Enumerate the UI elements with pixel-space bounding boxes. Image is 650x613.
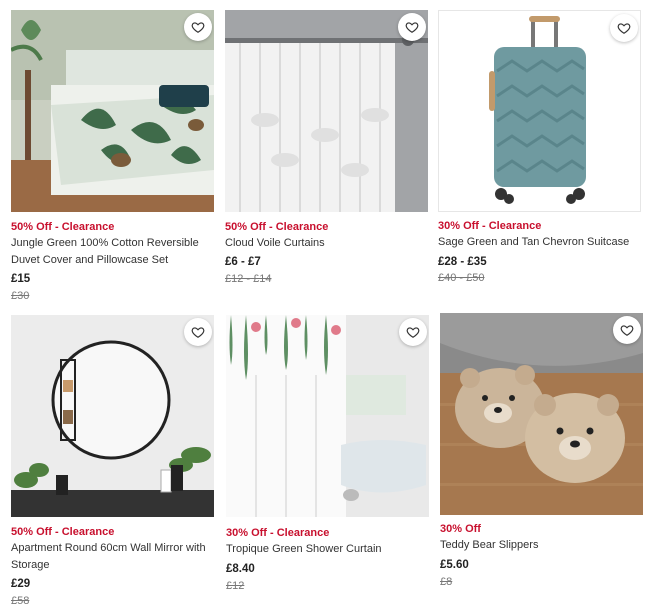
product-title[interactable]: Jungle Green 100% Cotton Reversible Duve… bbox=[11, 235, 214, 269]
product-title[interactable]: Tropique Green Shower Curtain bbox=[226, 541, 429, 558]
product-image[interactable] bbox=[438, 10, 641, 212]
product-title[interactable]: Sage Green and Tan Chevron Suitcase bbox=[438, 234, 641, 251]
product-price: £15 bbox=[11, 273, 31, 285]
wishlist-heart-icon[interactable] bbox=[184, 318, 212, 346]
was-price: £30 bbox=[11, 290, 30, 302]
was-price: £58 bbox=[11, 595, 30, 607]
product-image[interactable] bbox=[440, 313, 643, 515]
was-price: £40 - £50 bbox=[438, 272, 485, 284]
product-image[interactable] bbox=[11, 10, 214, 212]
product-image[interactable] bbox=[226, 315, 429, 517]
product-price: £5.60 bbox=[440, 559, 469, 571]
sale-badge: 50% Off - Clearance bbox=[11, 221, 115, 233]
wishlist-heart-icon[interactable] bbox=[610, 14, 638, 42]
product-price: £28 - £35 bbox=[438, 256, 487, 268]
sale-badge: 50% Off - Clearance bbox=[225, 221, 329, 233]
product-price: £6 - £7 bbox=[225, 256, 261, 268]
wishlist-heart-icon[interactable] bbox=[398, 13, 426, 41]
product-price: £29 bbox=[11, 578, 31, 590]
product-image[interactable] bbox=[11, 315, 214, 517]
was-price: £8 bbox=[440, 576, 453, 588]
wishlist-heart-icon[interactable] bbox=[399, 318, 427, 346]
sale-badge: 50% Off - Clearance bbox=[11, 526, 115, 538]
was-price: £12 bbox=[226, 580, 245, 592]
product-title[interactable]: Teddy Bear Slippers bbox=[440, 537, 643, 554]
product-price: £8.40 bbox=[226, 563, 255, 575]
sale-badge: 30% Off bbox=[440, 523, 481, 535]
sale-badge: 30% Off - Clearance bbox=[438, 220, 542, 232]
sale-badge: 30% Off - Clearance bbox=[226, 527, 330, 539]
product-title[interactable]: Cloud Voile Curtains bbox=[225, 235, 428, 252]
product-title[interactable]: Apartment Round 60cm Wall Mirror with St… bbox=[11, 540, 214, 574]
product-image[interactable] bbox=[225, 10, 428, 212]
wishlist-heart-icon[interactable] bbox=[184, 13, 212, 41]
wishlist-heart-icon[interactable] bbox=[613, 316, 641, 344]
was-price: £12 - £14 bbox=[225, 273, 272, 285]
